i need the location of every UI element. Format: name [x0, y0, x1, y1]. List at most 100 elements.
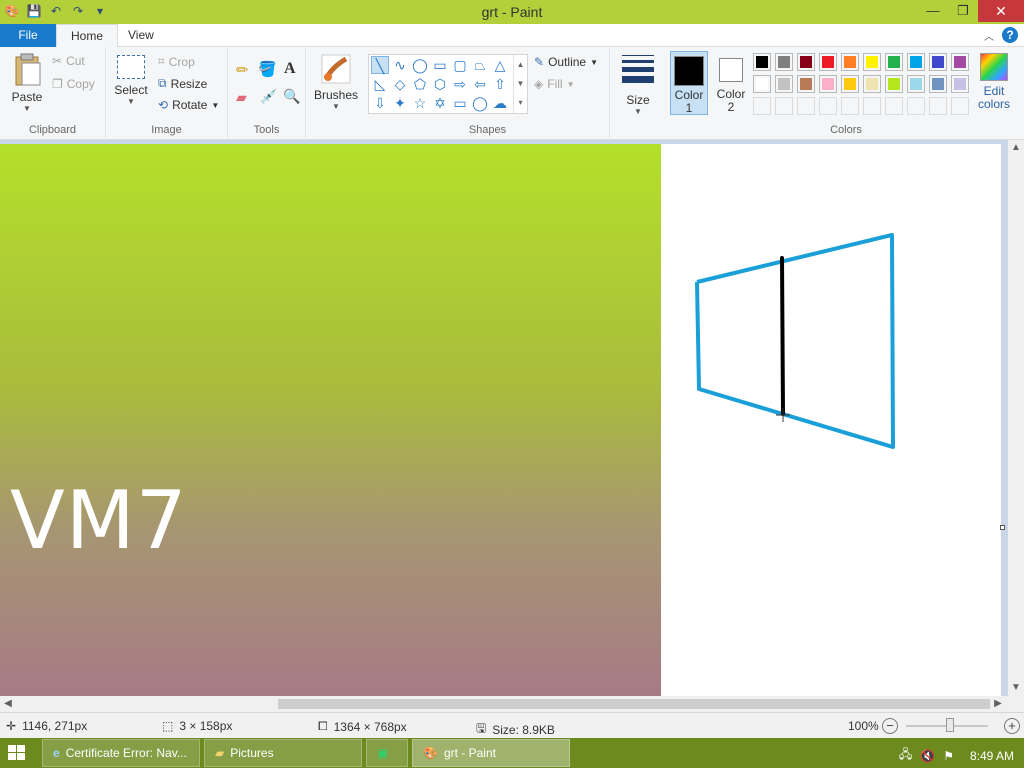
rounded-rectangle-shape[interactable]: ▢: [451, 56, 469, 74]
taskbar-item-pictures[interactable]: ▰ Pictures: [204, 739, 362, 767]
custom-color-slot[interactable]: [951, 97, 969, 115]
custom-color-slot[interactable]: [907, 97, 925, 115]
rect-callout-shape[interactable]: ▭: [451, 94, 469, 112]
custom-color-slot[interactable]: [819, 97, 837, 115]
taskbar-item-paint[interactable]: 🎨 grt - Paint: [412, 739, 570, 767]
polygon-shape[interactable]: ⏢: [471, 56, 489, 74]
rotate-button[interactable]: ⟲ Rotate ▼: [158, 98, 219, 112]
palette-color-swatch[interactable]: [885, 53, 903, 71]
right-triangle-shape[interactable]: ◺: [371, 75, 389, 93]
palette-color-swatch[interactable]: [775, 75, 793, 93]
horizontal-scrollbar[interactable]: ◀ ▶: [0, 696, 1008, 712]
minimize-button[interactable]: —: [918, 0, 948, 22]
palette-color-swatch[interactable]: [819, 53, 837, 71]
up-arrow-shape[interactable]: ⇧: [491, 75, 509, 93]
palette-color-swatch[interactable]: [951, 53, 969, 71]
palette-color-swatch[interactable]: [885, 75, 903, 93]
six-point-star-shape[interactable]: ✡: [431, 94, 449, 112]
palette-color-swatch[interactable]: [929, 53, 947, 71]
canvas-area[interactable]: VM7: [0, 140, 1008, 696]
rectangle-shape[interactable]: ▭: [431, 56, 449, 74]
network-icon[interactable]: 🖧: [899, 745, 912, 766]
color-picker-icon[interactable]: 💉: [260, 88, 277, 105]
five-point-star-shape[interactable]: ☆: [411, 94, 429, 112]
zoom-slider-thumb[interactable]: [946, 718, 954, 732]
fill-bucket-icon[interactable]: 🪣: [258, 60, 277, 78]
triangle-shape[interactable]: △: [491, 56, 509, 74]
palette-color-swatch[interactable]: [951, 75, 969, 93]
flag-icon[interactable]: ⚑: [943, 749, 954, 763]
taskbar-item-store[interactable]: ▣: [366, 739, 408, 767]
brushes-button[interactable]: Brushes ▼: [312, 53, 360, 111]
shapes-scroll[interactable]: ▲ ▼ ▾: [513, 55, 527, 113]
color2-button[interactable]: Color 2: [712, 51, 750, 115]
cloud-callout-shape[interactable]: ☁: [491, 94, 509, 112]
left-arrow-shape[interactable]: ⇦: [471, 75, 489, 93]
crop-button[interactable]: ⌗ Crop: [158, 54, 195, 69]
zoom-in-button[interactable]: +: [1004, 718, 1020, 734]
palette-color-swatch[interactable]: [929, 75, 947, 93]
select-button[interactable]: Select ▼: [114, 55, 148, 106]
scroll-left-icon[interactable]: ◀: [0, 696, 16, 712]
palette-color-swatch[interactable]: [819, 75, 837, 93]
zoom-out-button[interactable]: −: [882, 718, 898, 734]
palette-color-swatch[interactable]: [797, 75, 815, 93]
canvas-resize-handle[interactable]: [1000, 525, 1005, 530]
curve-shape[interactable]: ∿: [391, 56, 409, 74]
tab-view[interactable]: View: [114, 24, 168, 48]
eraser-icon[interactable]: ▰: [236, 89, 247, 106]
clock[interactable]: 8:49 AM: [970, 749, 1014, 763]
oval-callout-shape[interactable]: ◯: [471, 94, 489, 112]
palette-color-swatch[interactable]: [753, 75, 771, 93]
palette-color-swatch[interactable]: [753, 53, 771, 71]
palette-color-swatch[interactable]: [841, 75, 859, 93]
palette-color-swatch[interactable]: [863, 75, 881, 93]
custom-color-slot[interactable]: [863, 97, 881, 115]
ribbon-collapse-icon[interactable]: ︿: [984, 28, 994, 43]
cut-button[interactable]: ✂ Cut: [52, 54, 85, 68]
four-point-star-shape[interactable]: ✦: [391, 94, 409, 112]
outline-button[interactable]: ✎ Outline ▼: [534, 55, 598, 69]
vertical-scrollbar[interactable]: ▲ ▼: [1008, 140, 1024, 696]
palette-color-swatch[interactable]: [797, 53, 815, 71]
custom-color-slot[interactable]: [841, 97, 859, 115]
paste-button[interactable]: Paste ▼: [6, 53, 48, 113]
palette-color-swatch[interactable]: [907, 53, 925, 71]
size-button[interactable]: Size ▼: [620, 55, 656, 116]
horizontal-scroll-thumb[interactable]: [278, 699, 990, 709]
diamond-shape[interactable]: ◇: [391, 75, 409, 93]
tab-file[interactable]: File: [0, 24, 56, 47]
text-tool-icon[interactable]: A: [284, 60, 296, 78]
taskbar-item-ie[interactable]: e Certificate Error: Nav...: [42, 739, 200, 767]
oval-shape[interactable]: ◯: [411, 56, 429, 74]
restore-button[interactable]: ❐: [948, 0, 978, 22]
custom-color-slot[interactable]: [929, 97, 947, 115]
palette-color-swatch[interactable]: [863, 53, 881, 71]
palette-color-swatch[interactable]: [841, 53, 859, 71]
custom-color-slot[interactable]: [797, 97, 815, 115]
palette-color-swatch[interactable]: [775, 53, 793, 71]
resize-button[interactable]: ⧉ Resize: [158, 76, 207, 91]
help-icon[interactable]: ?: [1002, 27, 1018, 43]
copy-button[interactable]: ❐ Copy: [52, 77, 95, 91]
pentagon-shape[interactable]: ⬠: [411, 75, 429, 93]
tab-home[interactable]: Home: [56, 24, 119, 48]
palette-color-swatch[interactable]: [907, 75, 925, 93]
right-arrow-shape[interactable]: ⇨: [451, 75, 469, 93]
custom-color-slot[interactable]: [775, 97, 793, 115]
pencil-icon[interactable]: ✏: [236, 61, 249, 79]
down-arrow-shape[interactable]: ⇩: [371, 94, 389, 112]
hexagon-shape[interactable]: ⬡: [431, 75, 449, 93]
scroll-right-icon[interactable]: ▶: [990, 696, 1006, 712]
color1-button[interactable]: Color 1: [670, 51, 708, 115]
custom-color-slot[interactable]: [885, 97, 903, 115]
start-button[interactable]: [8, 745, 26, 761]
fill-button[interactable]: ◈ Fill ▼: [534, 77, 574, 91]
edit-colors-button[interactable]: Edit colors: [974, 53, 1014, 111]
custom-color-slot[interactable]: [753, 97, 771, 115]
scroll-up-icon[interactable]: ▲: [1008, 140, 1024, 156]
magnifier-icon[interactable]: 🔍: [283, 88, 300, 105]
volume-muted-icon[interactable]: 🔇: [920, 749, 935, 763]
close-button[interactable]: ✕: [978, 0, 1024, 22]
line-shape[interactable]: ╲: [371, 56, 389, 74]
